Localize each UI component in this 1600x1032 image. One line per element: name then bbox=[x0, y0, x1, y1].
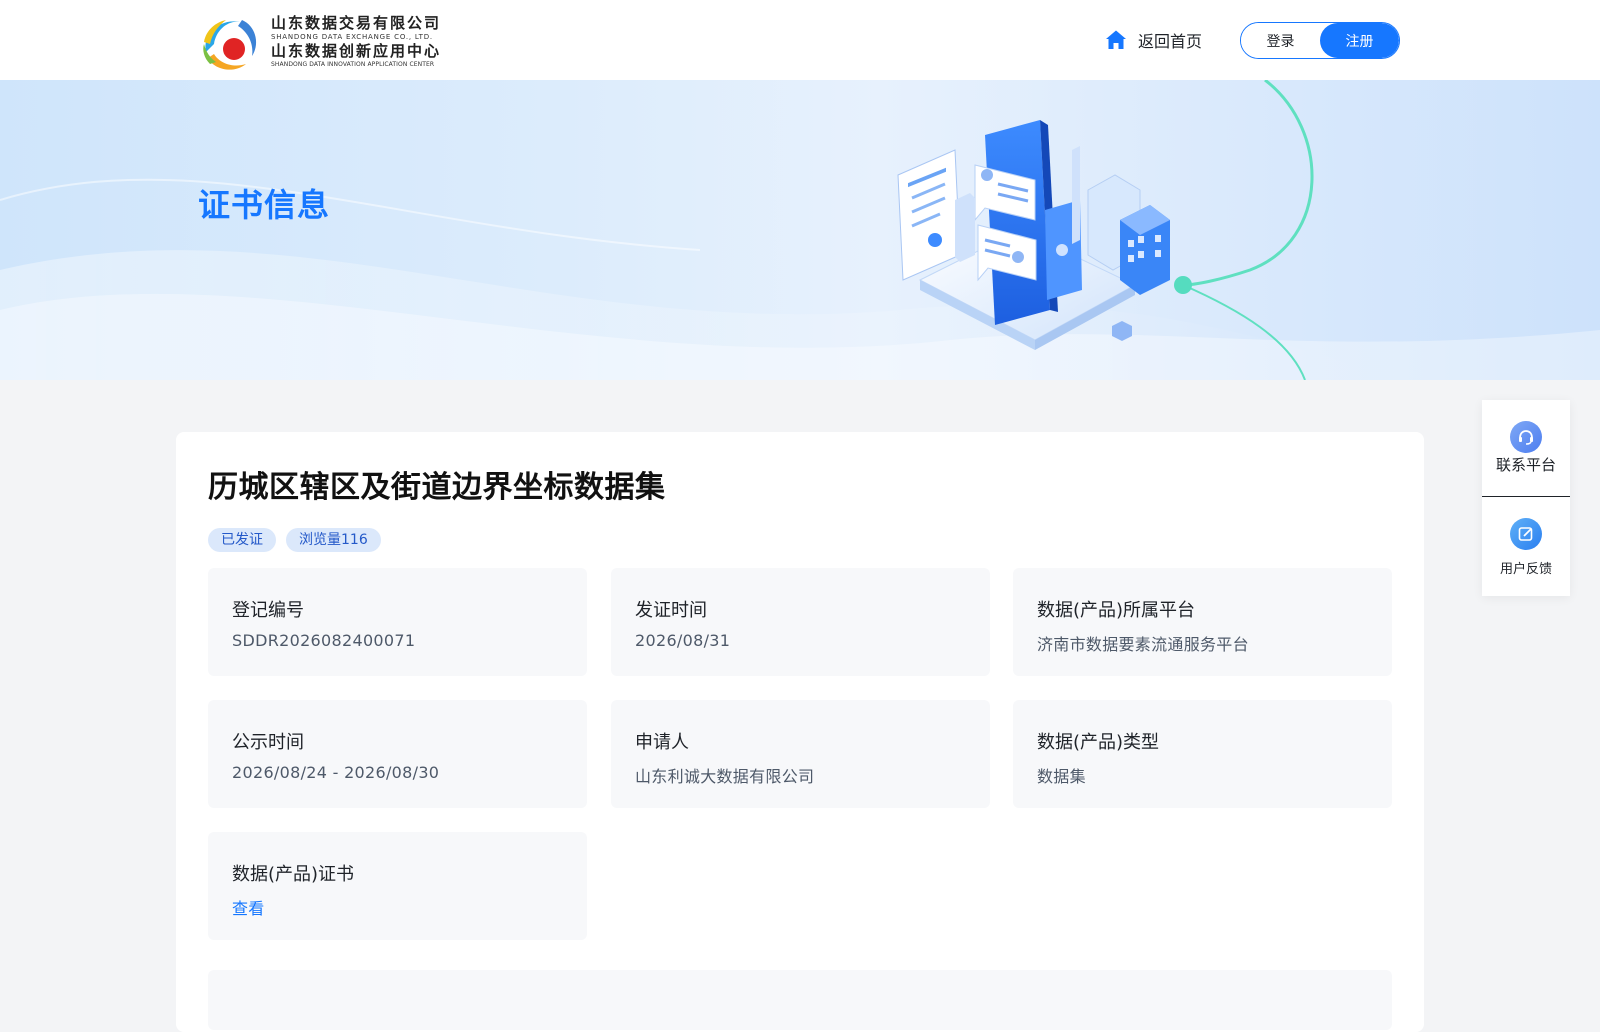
field-label: 数据(产品)所属平台 bbox=[1037, 600, 1196, 621]
headset-icon bbox=[1510, 421, 1542, 453]
view-count-badge: 浏览量116 bbox=[286, 528, 381, 552]
register-button[interactable]: 注册 bbox=[1320, 23, 1399, 58]
logo-name-cn-1: 山东数据交易有限公司 bbox=[271, 14, 442, 32]
field-label: 发证时间 bbox=[635, 600, 707, 621]
page-banner: 证书信息 bbox=[0, 80, 1600, 380]
logo-text: 山东数据交易有限公司 SHANDONG DATA EXCHANGE CO., L… bbox=[271, 15, 441, 69]
page-title: 证书信息 bbox=[198, 186, 331, 224]
field-label: 登记编号 bbox=[232, 600, 304, 621]
next-section-block bbox=[208, 970, 1392, 1030]
dataset-title: 历城区辖区及街道边界坐标数据集 bbox=[208, 470, 666, 505]
info-registration-number: 登记编号 SDDR2026082400071 bbox=[208, 568, 587, 676]
field-value: 2026/08/24 - 2026/08/30 bbox=[232, 763, 440, 782]
field-value: 山东利诚大数据有限公司 bbox=[635, 767, 815, 786]
logo-name-cn-2: 山东数据创新应用中心 bbox=[271, 42, 442, 60]
field-value: SDDR2026082400071 bbox=[232, 631, 416, 650]
certified-badge: 已发证 bbox=[208, 528, 276, 552]
field-value: 济南市数据要素流通服务平台 bbox=[1037, 635, 1249, 654]
logo-name-en-2: SHANDONG DATA INNOVATION APPLICATION CEN… bbox=[271, 61, 435, 68]
field-label: 申请人 bbox=[635, 732, 689, 753]
user-feedback-label: 用户反馈 bbox=[1499, 562, 1552, 577]
user-feedback-button[interactable]: 用户反馈 bbox=[1482, 498, 1570, 595]
info-certificate: 数据(产品)证书 查看 bbox=[208, 832, 587, 940]
auth-buttons: 登录 注册 bbox=[1240, 22, 1400, 59]
floating-side-panel: 联系平台 用户反馈 bbox=[1482, 400, 1570, 596]
info-publicity-period: 公示时间 2026/08/24 - 2026/08/30 bbox=[208, 700, 587, 808]
logo-name-en-1: SHANDONG DATA EXCHANGE CO., LTD. bbox=[271, 33, 433, 41]
info-applicant: 申请人 山东利诚大数据有限公司 bbox=[611, 700, 990, 808]
top-header: 山东数据交易有限公司 SHANDONG DATA EXCHANGE CO., L… bbox=[0, 0, 1600, 80]
view-certificate-link[interactable]: 查看 bbox=[232, 895, 265, 919]
field-label: 公示时间 bbox=[232, 732, 304, 753]
field-value: 2026/08/31 bbox=[635, 631, 731, 650]
field-value: 数据集 bbox=[1037, 767, 1086, 786]
back-home-label: 返回首页 bbox=[1138, 32, 1203, 51]
home-icon bbox=[1106, 30, 1126, 49]
back-home-link[interactable]: 返回首页 bbox=[1104, 26, 1202, 54]
info-product-type: 数据(产品)类型 数据集 bbox=[1013, 700, 1392, 808]
logo-swirl-icon bbox=[203, 20, 257, 70]
contact-platform-button[interactable]: 联系平台 bbox=[1482, 400, 1570, 497]
field-label: 数据(产品)类型 bbox=[1037, 732, 1160, 753]
contact-platform-label: 联系平台 bbox=[1495, 456, 1556, 474]
banner-illustration bbox=[0, 80, 1600, 380]
field-label: 数据(产品)证书 bbox=[232, 864, 355, 885]
company-logo[interactable]: 山东数据交易有限公司 SHANDONG DATA EXCHANGE CO., L… bbox=[198, 12, 463, 76]
status-tags: 已发证 浏览量116 bbox=[208, 528, 381, 552]
info-platform: 数据(产品)所属平台 济南市数据要素流通服务平台 bbox=[1013, 568, 1392, 676]
info-issue-date: 发证时间 2026/08/31 bbox=[611, 568, 990, 676]
certificate-card: 历城区辖区及街道边界坐标数据集 已发证 浏览量116 登记编号 SDDR2026… bbox=[176, 432, 1424, 1032]
login-button[interactable]: 登录 bbox=[1241, 23, 1320, 58]
edit-icon bbox=[1510, 518, 1542, 550]
